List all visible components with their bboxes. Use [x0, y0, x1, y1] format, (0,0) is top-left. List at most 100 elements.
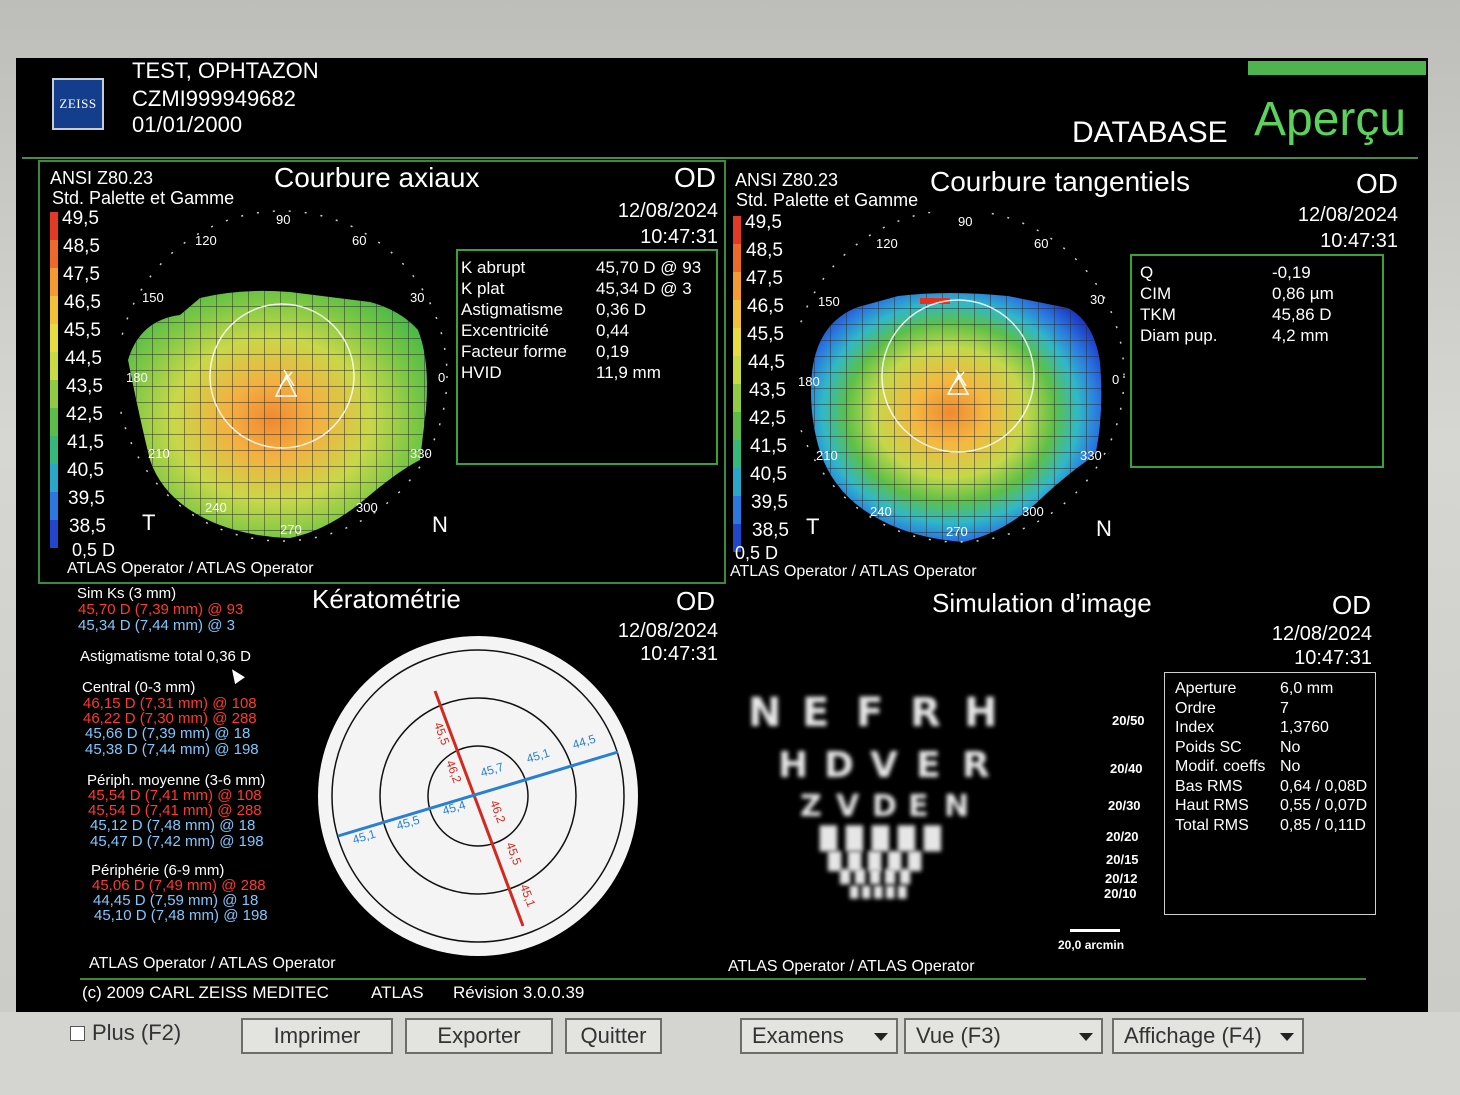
copyright: (c) 2009 CARL ZEISS MEDITEC [82, 983, 329, 1002]
plus-label[interactable]: Plus (F2) [92, 1020, 181, 1046]
patient-dob: 01/01/2000 [132, 112, 243, 137]
chart-letter: █ [874, 886, 883, 899]
tangential-scale-label: 41,5 [750, 436, 787, 457]
axial-scale-label: 43,5 [66, 376, 103, 397]
axial-step: 0,5 D [72, 540, 116, 560]
chevron-down-icon [1280, 1033, 1294, 1041]
axial-nasal: N [432, 512, 448, 537]
periph-flat-2: 45,10 D (7,48 mm) @ 198 [94, 907, 268, 924]
display-dropdown[interactable]: Affichage (F4) [1112, 1018, 1304, 1054]
view-label: Vue (F3) [916, 1023, 1001, 1048]
axial-temporal: T [142, 510, 156, 535]
exams-dropdown[interactable]: Examens [740, 1018, 898, 1054]
tangential-scale-label: 49,5 [745, 212, 782, 233]
acuity-20-50: 20/50 [1112, 713, 1145, 728]
info-label: Diam pup. [1140, 326, 1218, 345]
axial-time: 10:47:31 [640, 226, 718, 248]
chart-letter: █ [908, 852, 922, 872]
axial-title: Courbure axiaux [274, 162, 480, 193]
axial-scale-label: 45,5 [64, 320, 101, 341]
chart-letter: Z [800, 789, 822, 824]
chart-letter: █ [846, 827, 863, 852]
central-flat-2: 45,38 D (7,44 mm) @ 198 [85, 741, 259, 758]
chevron-down-icon [1079, 1033, 1093, 1041]
axial-scale-swatch [50, 268, 58, 296]
axial-scale-label: 41,5 [67, 432, 104, 453]
chart-letter: █ [888, 852, 902, 872]
tangential-step: 0,5 D [735, 543, 779, 563]
axial-angle-120: 120 [195, 233, 217, 248]
info-label: Q [1140, 263, 1154, 282]
print-button[interactable]: Imprimer [241, 1018, 393, 1054]
axial-scale-swatch [50, 464, 58, 492]
tangential-scale-label: 39,5 [751, 492, 788, 513]
kerato-operator: ATLAS Operator / ATLAS Operator [89, 955, 336, 972]
view-dropdown[interactable]: Vue (F3) [904, 1018, 1103, 1054]
info-label: Poids SC [1175, 738, 1242, 756]
tangential-map[interactable] [798, 212, 1138, 552]
axial-map[interactable] [120, 210, 460, 550]
tangential-scale-label: 48,5 [746, 240, 783, 261]
info-label: Aperture [1175, 680, 1237, 697]
axial-eye: OD [674, 162, 716, 193]
acuity-20-30: 20/30 [1108, 798, 1141, 813]
info-value: 11,9 mm [596, 363, 661, 382]
keratometry-diagram[interactable]: 45,5 46,2 46,2 45,5 45,1 45,1 45,5 45,4 … [316, 634, 640, 958]
plus-checkbox[interactable] [70, 1026, 85, 1041]
progress-bar [1248, 61, 1426, 75]
acuity-20-20: 20/20 [1106, 829, 1139, 844]
tangential-scale-swatch [733, 216, 741, 244]
simk-steep: 45,70 D (7,39 mm) @ 93 [78, 601, 244, 618]
info-value: 0,64 / 0,08D [1280, 777, 1368, 795]
kerato-title: Kératométrie [312, 584, 461, 614]
info-value: 0,85 / 0,11D [1280, 816, 1366, 834]
tangential-date: 12/08/2024 [1297, 204, 1398, 226]
chart-letter: █ [870, 870, 880, 885]
chart-letter: R [962, 745, 990, 786]
info-label: TKM [1140, 305, 1176, 324]
tangential-angle-300: 300 [1022, 504, 1044, 519]
tangential-angle-210: 210 [816, 448, 838, 463]
footer-divider [80, 978, 1366, 980]
axial-angle-0: 0 [438, 370, 446, 385]
chart-letter: █ [886, 886, 895, 899]
info-value: -0,19 [1272, 263, 1311, 282]
chart-letter: █ [828, 852, 842, 872]
chart-letter: █ [840, 870, 850, 885]
simulation-time: 10:47:31 [1294, 647, 1372, 669]
quit-button[interactable]: Quitter [565, 1018, 662, 1054]
tangential-angle-330: 330 [1080, 448, 1102, 463]
chart-letter: H [778, 745, 809, 786]
info-label: Haut RMS [1175, 797, 1249, 814]
axial-scale-swatch [50, 520, 58, 548]
export-button[interactable]: Exporter [405, 1018, 553, 1054]
axial-operator: ATLAS Operator / ATLAS Operator [67, 560, 314, 577]
axial-scale-label: 48,5 [63, 236, 100, 257]
chart-letter: R [910, 690, 941, 736]
info-value: 4,2 mm [1272, 326, 1329, 345]
mode-title: Aperçu [1254, 93, 1407, 146]
axial-angle-30: 30 [410, 290, 425, 305]
axial-scale-label: 38,5 [69, 516, 106, 537]
acuity-20-10: 20/10 [1104, 886, 1137, 901]
tangential-angle-150: 150 [818, 294, 840, 309]
chart-letter: █ [872, 827, 889, 852]
chart-letter: █ [868, 852, 882, 872]
axial-scale-label: 44,5 [65, 348, 102, 369]
chart-letter: F [856, 690, 884, 736]
chart-letter: █ [898, 827, 915, 852]
info-label: Bas RMS [1175, 777, 1243, 795]
periph-mid-flat-1: 45,12 D (7,48 mm) @ 18 [90, 817, 256, 834]
axial-scale-label: 39,5 [68, 488, 105, 509]
tangential-angle-240: 240 [870, 504, 892, 519]
revision: Révision 3.0.0.39 [453, 983, 585, 1002]
display-label: Affichage (F4) [1124, 1023, 1262, 1048]
central-title: Central (0-3 mm) [82, 679, 196, 696]
chart-letter: N [748, 690, 782, 736]
chart-letter: █ [820, 827, 837, 852]
axial-date: 12/08/2024 [617, 200, 718, 222]
tangential-scale-swatch [733, 244, 741, 272]
chart-letter: H [964, 690, 998, 736]
axial-angle-150: 150 [142, 290, 164, 305]
info-label: HVID [461, 363, 502, 382]
